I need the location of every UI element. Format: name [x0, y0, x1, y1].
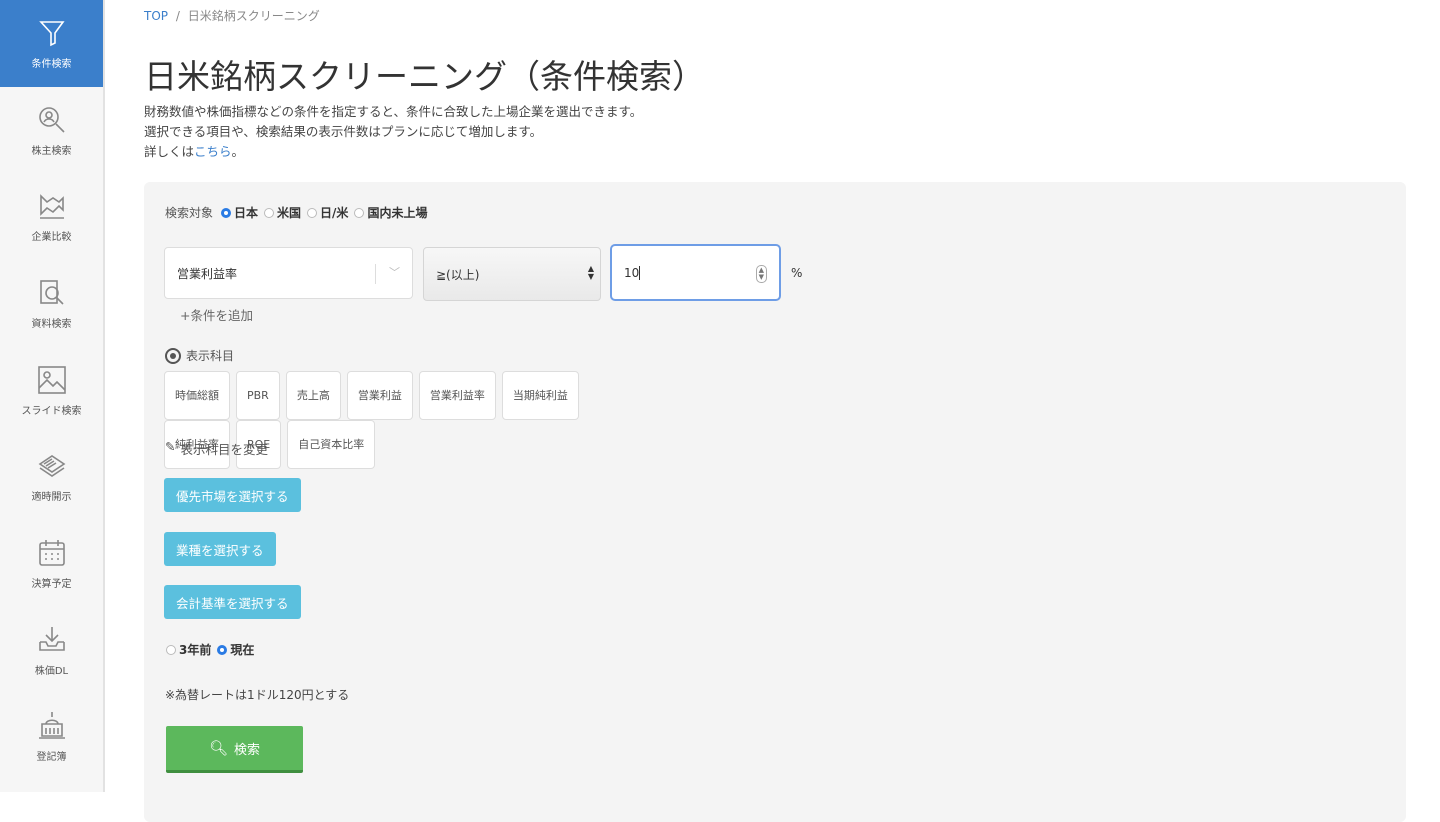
building-icon — [38, 712, 65, 740]
spinner-icon[interactable]: ▲ ▼ — [755, 265, 767, 283]
radio-label: 日/米 — [320, 206, 349, 220]
page-description: 財務数値や株価指標などの条件を指定すると、条件に合致した上場企業を選出できます。… — [144, 102, 642, 162]
operator-value: ≧(以上) — [436, 267, 480, 282]
display-chip: PBR — [236, 371, 280, 420]
sidebar-item-registry[interactable]: 登記簿 — [0, 694, 103, 781]
sidebar-item-condition-search[interactable]: 条件検索 — [0, 0, 103, 87]
display-chip: 当期純利益 — [501, 371, 579, 420]
description-text: 。 — [231, 144, 245, 159]
sidebar-item-label: 企業比較 — [31, 232, 72, 244]
radio-label: 国内未上場 — [367, 206, 428, 220]
sidebar-item-disclosure[interactable]: 適時開示 — [0, 433, 103, 520]
funnel-icon — [38, 21, 65, 47]
sidebar-item-company-compare[interactable]: 企業比較 — [0, 173, 103, 260]
breadcrumb-top-link[interactable]: TOP — [144, 9, 168, 23]
document-search-icon — [39, 280, 64, 305]
sidebar-item-price-download[interactable]: 株価DL — [0, 607, 103, 694]
period-group: 3年前 現在 — [162, 641, 254, 658]
breadcrumb-current: 日米銘柄スクリーニング — [187, 9, 320, 23]
radio-label: 現在 — [230, 643, 255, 657]
person-search-icon — [38, 106, 65, 133]
value-input-text: 10 — [624, 265, 640, 280]
add-condition-link[interactable]: +条件を追加 — [180, 305, 253, 324]
description-line: 選択できる項目や、検索結果の表示件数はプランに応じて増加します。 — [144, 124, 543, 139]
breadcrumb-separator: / — [175, 9, 180, 23]
radio-label: 3年前 — [179, 643, 212, 657]
sidebar-item-shareholder-search[interactable]: 株主検索 — [0, 87, 103, 174]
condition-field-select[interactable]: 営業利益率 ﹀ — [164, 247, 413, 299]
radio-unlisted[interactable] — [354, 207, 365, 218]
select-industry-button[interactable]: 業種を選択する — [164, 532, 276, 566]
updown-arrows-icon: ▲ ▼ — [587, 264, 594, 281]
sidebar-item-label: 株主検索 — [31, 145, 72, 157]
sidebar-item-label: 条件検索 — [31, 58, 72, 70]
display-chip: 時価総額 — [164, 371, 230, 420]
pencil-icon: ✎ — [165, 439, 176, 454]
sidebar-item-label: 株価DL — [34, 665, 69, 677]
sidebar-item-label: スライド検索 — [21, 405, 82, 417]
sidebar-item-label: 資料検索 — [31, 318, 72, 330]
chart-flag-icon — [39, 194, 64, 220]
breadcrumb: TOP / 日米銘柄スクリーニング — [144, 7, 320, 24]
radio-label: 米国 — [277, 206, 302, 220]
details-link[interactable]: こちら — [194, 144, 232, 159]
radio-3-years-ago[interactable] — [166, 644, 176, 655]
display-chip: 売上高 — [285, 371, 341, 420]
fx-rate-note: ※為替レートは1ドル120円とする — [165, 688, 350, 702]
description-text: 詳しくは — [144, 144, 195, 159]
radio-current[interactable] — [217, 644, 228, 655]
search-target-group: 検索対象 日本 米国 日/米 国内未上場 — [165, 204, 427, 221]
search-form-panel: 検索対象 日本 米国 日/米 国内未上場 営業利益率 ﹀ ≧(以上) ▲ ▼ 10… — [144, 182, 1406, 822]
newspaper-icon — [38, 455, 65, 478]
radio-label: 日本 — [234, 206, 259, 220]
radio-us[interactable] — [264, 207, 275, 218]
search-icon: 🔍︎ — [208, 739, 229, 757]
unit-label: % — [791, 266, 803, 280]
sidebar-item-slide-search[interactable]: スライド検索 — [0, 347, 103, 434]
search-target-label: 検索対象 — [165, 206, 214, 220]
sidebar-item-label: 登記簿 — [36, 752, 67, 764]
eye-icon — [165, 347, 181, 364]
operator-select[interactable]: ≧(以上) ▲ ▼ — [423, 247, 601, 301]
page-title: 日米銘柄スクリーニング（条件検索） — [144, 57, 705, 96]
value-input[interactable]: 10 ▲ ▼ — [610, 244, 781, 301]
calendar-icon — [38, 539, 65, 566]
description-line: 財務数値や株価指標などの条件を指定すると、条件に合致した上場企業を選出できます。 — [144, 104, 643, 119]
condition-field-value: 営業利益率 — [177, 266, 238, 281]
image-icon — [37, 365, 66, 394]
sidebar-item-earnings-schedule[interactable]: 決算予定 — [0, 520, 103, 607]
search-button[interactable]: 🔍︎ 検索 — [166, 726, 303, 773]
chevron-down-icon: ﹀ — [389, 266, 400, 279]
download-icon — [38, 626, 65, 651]
sidebar-item-label: 決算予定 — [31, 578, 72, 590]
change-display-items-link[interactable]: ✎ 表示科目を変更 — [165, 439, 268, 458]
radio-japan-us[interactable] — [307, 207, 318, 218]
display-items-label: 表示科目 — [186, 349, 235, 363]
search-button-label: 検索 — [234, 742, 261, 758]
select-market-button[interactable]: 優先市場を選択する — [164, 478, 301, 512]
display-chip: 自己資本比率 — [287, 420, 376, 469]
change-display-label: 表示科目を変更 — [180, 442, 268, 457]
display-chip: 営業利益 — [346, 371, 413, 420]
select-accounting-button[interactable]: 会計基準を選択する — [164, 585, 301, 619]
radio-japan[interactable] — [221, 207, 232, 218]
display-chip: 営業利益率 — [418, 371, 496, 420]
sidebar-item-label: 適時開示 — [31, 492, 72, 504]
sidebar-item-document-search[interactable]: 資料検索 — [0, 260, 103, 347]
sidebar: 条件検索 株主検索 企業比較 資料検索 スライド検索 適時開示 決算予定 株価D… — [0, 0, 105, 792]
